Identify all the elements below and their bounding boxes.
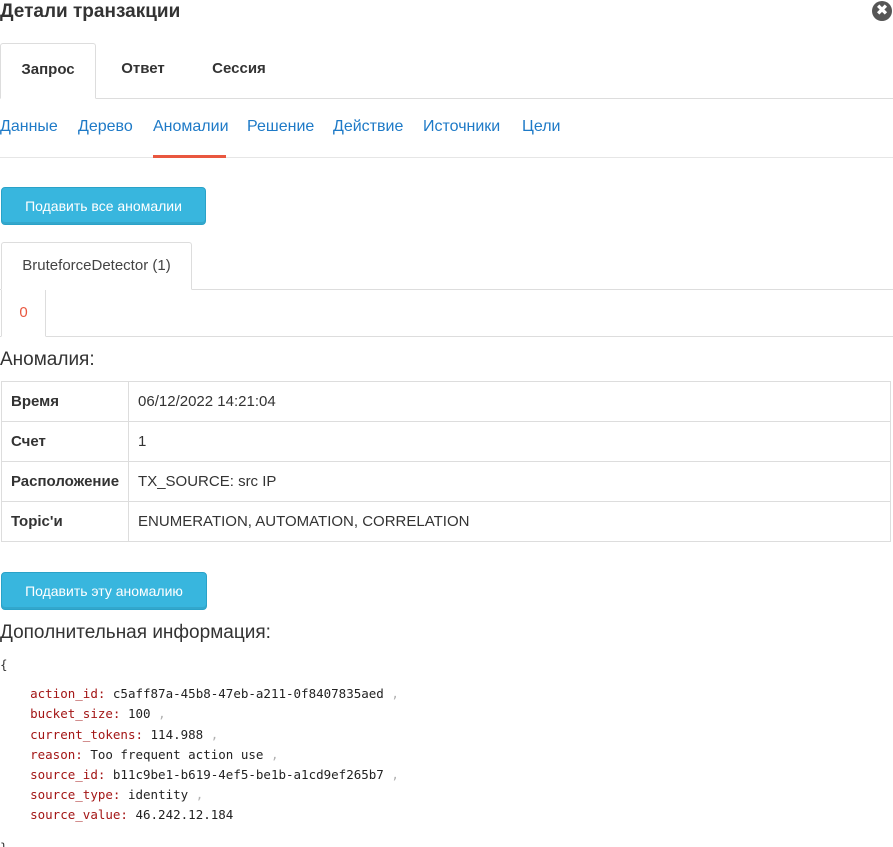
table-row: Счет 1	[0, 421, 891, 462]
table-row: Topic'и ENUMERATION, AUTOMATION, CORRELA…	[0, 501, 891, 542]
row-value: 06/12/2022 14:21:04	[128, 381, 891, 422]
extra-info-json: { action_id: c5aff87a-45b8-47eb-a211-0f8…	[0, 655, 399, 847]
suppress-this-anomaly-button[interactable]: Подавить эту аномалию	[1, 572, 207, 610]
row-key: Время	[0, 381, 130, 422]
primary-tabs: Запрос Ответ Сессия	[0, 43, 893, 99]
json-entry: source_id: b11c9be1-b619-4ef5-be1b-a1cd9…	[30, 767, 399, 783]
table-row: Расположение TX_SOURCE: src IP	[0, 461, 891, 502]
nav-sources[interactable]: Источники	[423, 117, 500, 137]
json-entry: bucket_size: 100 ,	[30, 706, 166, 722]
row-key: Topic'и	[0, 501, 130, 542]
table-row: Время 06/12/2022 14:21:04	[0, 381, 891, 422]
transaction-details-dialog: Детали транзакции ✖ Запрос Ответ Сессия …	[0, 0, 893, 847]
extra-info-heading: Дополнительная информация:	[0, 622, 271, 643]
json-open-brace: {	[0, 657, 8, 672]
detector-tabs: BruteforceDetector (1)	[0, 242, 893, 290]
anomaly-heading: Аномалия:	[0, 349, 95, 370]
json-entry: action_id: c5aff87a-45b8-47eb-a211-0f840…	[30, 686, 399, 702]
tab-anomaly-0[interactable]: 0	[1, 290, 46, 337]
nav-targets[interactable]: Цели	[522, 117, 560, 137]
anomaly-index-tabs: 0	[0, 290, 893, 337]
suppress-all-anomalies-button[interactable]: Подавить все аномалии	[1, 187, 206, 225]
dialog-title: Детали транзакции	[0, 1, 181, 22]
json-entry: source_value: 46.242.12.184	[30, 807, 234, 823]
tab-bruteforce-detector[interactable]: BruteforceDetector (1)	[1, 242, 192, 290]
json-close-brace: }	[0, 838, 399, 847]
tab-session[interactable]: Сессия	[196, 43, 282, 99]
row-value: ENUMERATION, AUTOMATION, CORRELATION	[128, 501, 891, 542]
json-entry: reason: Too frequent action use ,	[30, 746, 279, 762]
nav-action[interactable]: Действие	[333, 117, 403, 137]
tab-request[interactable]: Запрос	[0, 43, 96, 99]
json-entry: source_type: identity ,	[30, 787, 204, 803]
close-icon[interactable]: ✖	[872, 1, 892, 21]
active-nav-underline	[153, 155, 226, 158]
row-value: TX_SOURCE: src IP	[128, 461, 891, 502]
tab-response[interactable]: Ответ	[104, 43, 182, 99]
anomaly-table: Время 06/12/2022 14:21:04 Счет 1 Располо…	[0, 381, 891, 542]
nav-data[interactable]: Данные	[0, 117, 58, 137]
nav-anomalies[interactable]: Аномалии	[153, 117, 229, 137]
row-key: Счет	[0, 421, 130, 462]
nav-decision[interactable]: Решение	[247, 117, 314, 137]
row-key: Расположение	[0, 461, 130, 502]
json-entry: current_tokens: 114.988 ,	[30, 726, 219, 742]
nav-tree[interactable]: Дерево	[78, 117, 133, 137]
row-value: 1	[128, 421, 891, 462]
secondary-nav: Данные Дерево Аномалии Решение Действие …	[0, 100, 893, 158]
